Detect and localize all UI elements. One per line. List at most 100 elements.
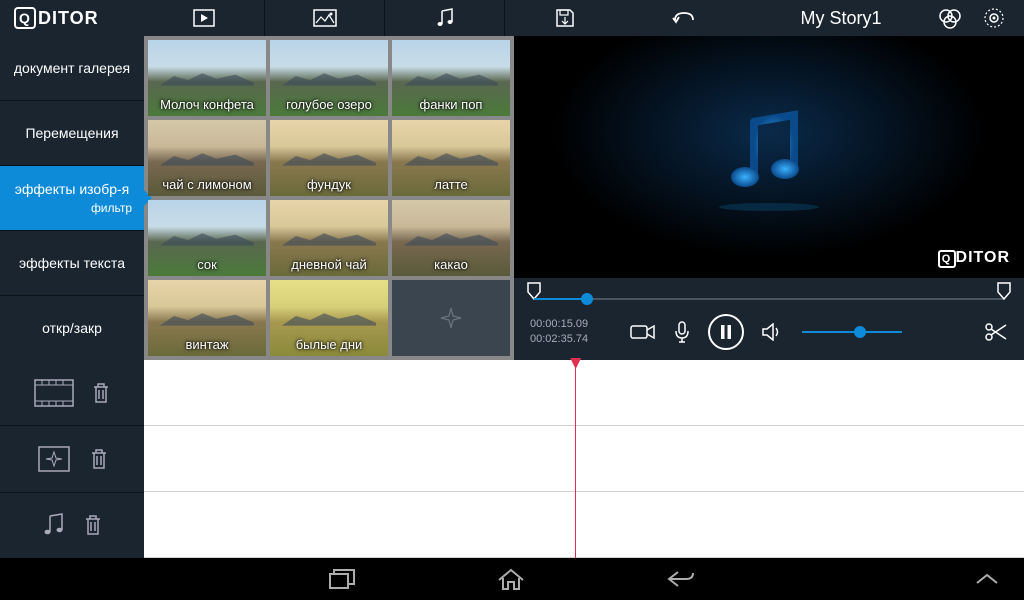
sidebar-label: Перемещения: [25, 125, 118, 141]
seek-thumb[interactable]: [581, 293, 593, 305]
home-icon: [496, 567, 526, 591]
filter-thumb[interactable]: чай с лимоном: [148, 120, 266, 196]
seek-track: [534, 298, 1004, 300]
timeline-row-audio[interactable]: [144, 492, 1024, 558]
camera-button[interactable]: [630, 323, 656, 341]
nav-recent-button[interactable]: [328, 567, 356, 591]
app-root: QDITOR My Story1: [0, 0, 1024, 600]
topbar: QDITOR My Story1: [0, 0, 1024, 36]
play-pause-button[interactable]: [708, 314, 744, 350]
sidebar-item-openclose[interactable]: откр/закр: [0, 295, 144, 360]
delete-video-track-button[interactable]: [92, 382, 110, 404]
colorwheel-icon: [938, 6, 962, 30]
main-area: документ галерея Перемещения эффекты изо…: [0, 36, 1024, 360]
music-tab[interactable]: [384, 0, 504, 36]
sidebar-item-text-effects[interactable]: эффекты текста: [0, 230, 144, 295]
colorwheel-button[interactable]: [938, 6, 962, 30]
app-logo: QDITOR: [0, 7, 144, 29]
filter-label: винтаж: [148, 337, 266, 352]
play-tab[interactable]: [144, 0, 264, 36]
logo-q-icon: Q: [14, 7, 36, 29]
filter-thumb[interactable]: латте: [392, 120, 510, 196]
filter-grid: Молоч конфета голубое озеро фанки поп ча…: [144, 36, 514, 360]
effects-icon: [36, 444, 72, 474]
music-note-icon: [436, 8, 454, 28]
image-tab[interactable]: [264, 0, 384, 36]
volume-thumb[interactable]: [854, 326, 866, 338]
save-icon: [554, 7, 576, 29]
timeline-row-video[interactable]: [144, 360, 1024, 426]
topbar-left-icons: [144, 0, 744, 36]
topbar-right-icons: [938, 6, 1024, 30]
trash-icon: [84, 514, 102, 536]
sidebar-label: эффекты изобр-я: [15, 181, 130, 197]
recent-apps-icon: [328, 567, 356, 591]
filter-label: голубое озеро: [270, 97, 388, 112]
filter-thumb[interactable]: голубое озеро: [270, 40, 388, 116]
volume-slider[interactable]: [802, 322, 902, 342]
nav-expand-button[interactable]: [974, 572, 1000, 586]
filter-thumb[interactable]: фанки поп: [392, 40, 510, 116]
mic-button[interactable]: [674, 321, 690, 343]
sparkle-icon: [437, 304, 465, 332]
filter-custom-add[interactable]: [392, 280, 510, 356]
delete-effects-track-button[interactable]: [90, 448, 108, 470]
playhead[interactable]: [575, 360, 576, 558]
timeline-track-headers: [0, 360, 144, 558]
trash-icon: [92, 382, 110, 404]
sidebar-item-gallery[interactable]: документ галерея: [0, 36, 144, 100]
volume-button[interactable]: [762, 323, 784, 341]
filter-thumb[interactable]: Молоч конфета: [148, 40, 266, 116]
undo-button[interactable]: [624, 0, 744, 36]
preview-viewport[interactable]: QDITOR: [514, 36, 1024, 278]
cut-button[interactable]: [984, 322, 1008, 342]
sidebar-item-image-effects[interactable]: эффекты изобр-я фильтр: [0, 165, 144, 230]
filter-label: фанки поп: [392, 97, 510, 112]
settings-button[interactable]: [982, 6, 1006, 30]
timeline-row-effects[interactable]: [144, 426, 1024, 492]
sidebar-label: эффекты текста: [19, 255, 125, 271]
scissors-icon: [984, 322, 1008, 342]
project-title: My Story1: [744, 8, 938, 29]
pause-icon: [719, 324, 733, 340]
logo-text: DITOR: [38, 8, 99, 29]
time-current: 00:00:15.09: [530, 317, 612, 332]
seek-slider[interactable]: [530, 284, 1008, 310]
filter-thumb[interactable]: сок: [148, 200, 266, 276]
watermark: QDITOR: [938, 249, 1010, 268]
sidebar: документ галерея Перемещения эффекты изо…: [0, 36, 144, 360]
timeline-tracks[interactable]: [144, 360, 1024, 558]
track-head-effects: [0, 425, 144, 491]
filter-thumb[interactable]: дневной чай: [270, 200, 388, 276]
control-row: 00:00:15.09 00:02:35.74: [530, 310, 1008, 354]
filter-thumb[interactable]: былые дни: [270, 280, 388, 356]
filter-label: сок: [148, 257, 266, 272]
filmstrip-icon: [34, 379, 74, 407]
mic-icon: [674, 321, 690, 343]
delete-audio-track-button[interactable]: [84, 514, 102, 536]
preview-controls: 00:00:15.09 00:02:35.74: [514, 278, 1024, 360]
sidebar-label: откр/закр: [42, 320, 102, 336]
track-head-video: [0, 360, 144, 425]
watermark-q-icon: Q: [938, 250, 956, 268]
volume-track: [802, 331, 902, 333]
trim-end-marker[interactable]: [997, 282, 1011, 300]
save-button[interactable]: [504, 0, 624, 36]
gear-icon: [982, 6, 1006, 30]
filter-thumb[interactable]: винтаж: [148, 280, 266, 356]
sidebar-item-transitions[interactable]: Перемещения: [0, 100, 144, 165]
filter-label: Молоч конфета: [148, 97, 266, 112]
nav-back-button[interactable]: [666, 569, 696, 589]
undo-icon: [671, 10, 697, 26]
track-head-audio: [0, 492, 144, 558]
nav-home-button[interactable]: [496, 567, 526, 591]
back-icon: [666, 569, 696, 589]
time-total: 00:02:35.74: [530, 332, 612, 347]
speaker-icon: [762, 323, 784, 341]
filter-label: дневной чай: [270, 257, 388, 272]
filter-label: какао: [392, 257, 510, 272]
sidebar-label: документ галерея: [14, 60, 130, 76]
filter-thumb[interactable]: фундук: [270, 120, 388, 196]
camera-icon: [630, 323, 656, 341]
filter-thumb[interactable]: какао: [392, 200, 510, 276]
